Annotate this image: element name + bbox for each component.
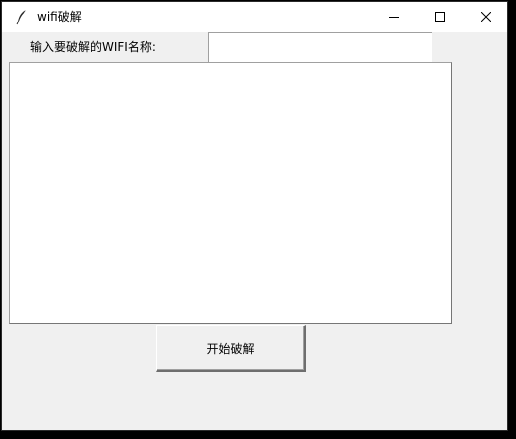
maximize-button[interactable] [417, 2, 463, 32]
minimize-icon [389, 12, 399, 22]
output-textarea[interactable] [9, 62, 452, 324]
window-title: wifi破解 [37, 10, 82, 24]
close-button[interactable] [463, 2, 509, 32]
title-bar[interactable]: wifi破解 [2, 2, 507, 32]
minimize-button[interactable] [371, 2, 417, 32]
maximize-icon [435, 12, 445, 22]
app-window: wifi破解 输入要破解的WIFI名称: 开始破解 [1, 1, 508, 431]
wifi-name-input[interactable] [208, 32, 432, 62]
close-icon [481, 12, 491, 22]
feather-icon [14, 9, 30, 25]
start-crack-button[interactable]: 开始破解 [156, 325, 306, 372]
wifi-name-label: 输入要破解的WIFI名称: [30, 40, 156, 54]
content-area: 输入要破解的WIFI名称: 开始破解 [2, 32, 507, 430]
